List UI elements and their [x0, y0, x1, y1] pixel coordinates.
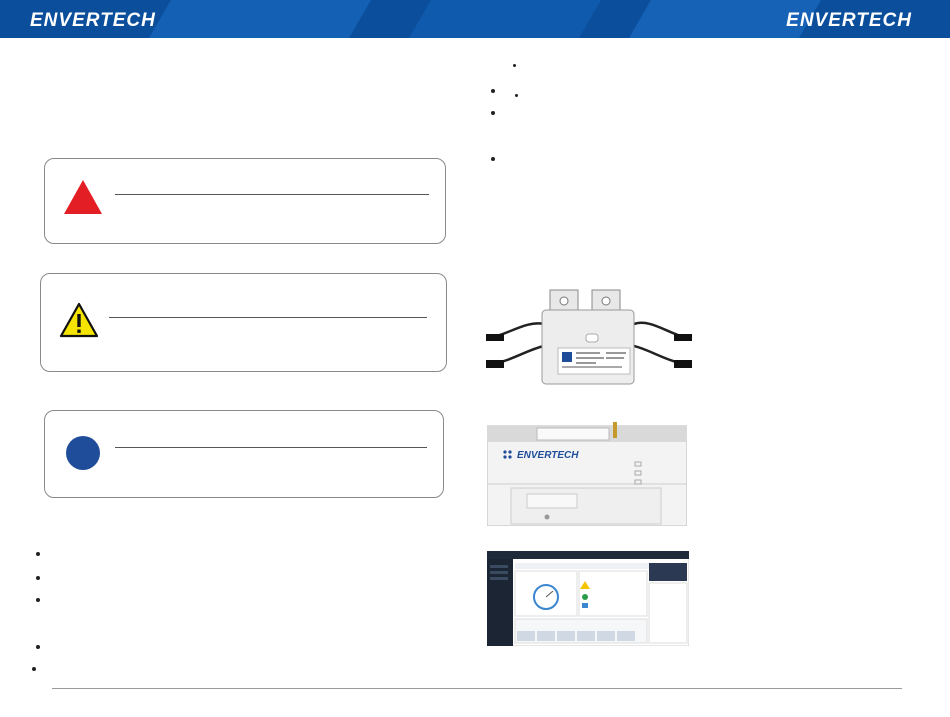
- gateway-image: ENVERTECH: [487, 422, 687, 526]
- list-bullet: [491, 111, 495, 115]
- list-bullet: [36, 645, 40, 649]
- list-bullet: [515, 94, 518, 97]
- callout-rule: [115, 194, 429, 195]
- callout-rule: [109, 317, 427, 318]
- list-bullet: [513, 64, 516, 67]
- warning-triangle-icon: [59, 302, 99, 338]
- callout-rule: [115, 447, 427, 448]
- gateway-brand-label: ENVERTECH: [517, 450, 579, 461]
- envertech-logo-left: ENVERTECH: [30, 10, 156, 31]
- list-bullet: [36, 552, 40, 556]
- warning-callout: [40, 273, 447, 372]
- note-callout: [44, 410, 444, 498]
- envertech-logo-right: ENVERTECH: [786, 10, 912, 31]
- list-bullet: [36, 576, 40, 580]
- footer-divider: [52, 688, 902, 689]
- list-bullet: [32, 667, 36, 671]
- monitoring-portal-image: [487, 551, 689, 646]
- danger-callout: [44, 158, 446, 244]
- header-stripe: [409, 0, 601, 38]
- microinverter-image: [486, 289, 692, 385]
- info-circle-icon: [66, 436, 100, 470]
- list-bullet: [491, 157, 495, 161]
- list-bullet: [36, 598, 40, 602]
- header-banner: ENVERTECH ENVERTECH: [0, 0, 950, 38]
- header-stripe: [149, 0, 371, 38]
- list-bullet: [491, 89, 495, 93]
- danger-triangle-icon: [64, 180, 102, 214]
